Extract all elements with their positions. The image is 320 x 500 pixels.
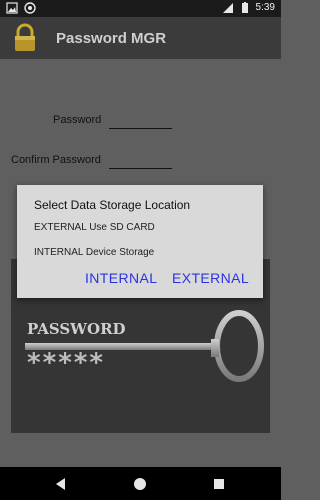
status-bar: 5:39: [0, 0, 281, 17]
padlock-icon: [15, 23, 35, 51]
internal-button[interactable]: INTERNAL: [85, 270, 157, 286]
app-bar: Password MGR: [0, 17, 281, 59]
confirm-password-field[interactable]: [109, 168, 172, 169]
clock: 5:39: [255, 2, 275, 13]
key-word: PASSWORD: [27, 320, 126, 338]
image-icon: [6, 2, 18, 14]
dialog-option-external: EXTERNAL Use SD CARD: [34, 222, 155, 233]
storage-location-dialog: Select Data Storage Location EXTERNAL Us…: [17, 185, 263, 298]
password-field[interactable]: [109, 128, 172, 129]
battery-icon: [241, 2, 248, 13]
record-icon: [24, 2, 36, 14]
back-icon[interactable]: [53, 476, 69, 492]
password-label: Password: [53, 114, 102, 126]
recents-icon[interactable]: [211, 476, 227, 492]
app-title: Password MGR: [56, 30, 167, 47]
external-button[interactable]: EXTERNAL: [172, 270, 249, 286]
dialog-option-internal: INTERNAL Device Storage: [34, 247, 155, 258]
signal-icon: [222, 3, 233, 13]
confirm-password-label: Confirm Password: [11, 154, 101, 166]
home-icon[interactable]: [132, 476, 148, 492]
key-stars: *****: [27, 348, 105, 378]
dialog-title: Select Data Storage Location: [34, 198, 191, 212]
navigation-bar: [0, 467, 281, 500]
